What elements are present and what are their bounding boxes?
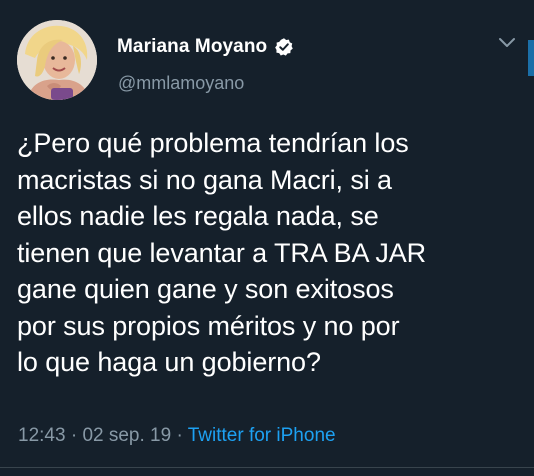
tweet-text-line: lo que haga un gobierno?	[17, 347, 321, 377]
tweet-text: ¿Pero qué problema tendrían los macrista…	[17, 125, 522, 381]
tweet-card: Mariana Moyano @mmlamoyano ¿Pero qué pro…	[0, 0, 534, 476]
meta-separator: ·	[70, 425, 78, 446]
tweet-text-line: ¿Pero qué problema tendrían los	[17, 128, 409, 158]
tweet-text-line: por sus propios méritos y no por	[17, 310, 400, 341]
divider	[0, 467, 534, 468]
tweet-date[interactable]: 02 sep. 19	[82, 425, 171, 446]
verified-badge-icon	[275, 38, 294, 56]
tweet-meta: 12:43 · 02 sep. 19 · Twitter for iPhone	[18, 425, 336, 447]
tweet-source-link[interactable]: Twitter for iPhone	[188, 425, 336, 446]
tweet-text-line: macristas si no gana Macri, si a	[17, 164, 392, 195]
tweet-text-line: ellos nadie les regala nada, se	[17, 201, 379, 231]
chevron-down-icon[interactable]	[497, 36, 517, 50]
tweet-text-line: gane quien gane y son exitosos	[17, 274, 394, 304]
tweet-text-line: tienen que levantar a TRA BA JAR	[17, 237, 427, 268]
author-display-name[interactable]: Mariana Moyano	[117, 36, 267, 58]
tweet-time[interactable]: 12:43	[18, 425, 66, 446]
avatar[interactable]	[17, 20, 97, 100]
author-handle[interactable]: @mmlamoyano	[118, 73, 244, 94]
author-name-row[interactable]: Mariana Moyano	[117, 36, 294, 58]
meta-separator: ·	[176, 425, 183, 446]
scrollbar[interactable]	[528, 40, 534, 76]
profile-photo-icon	[17, 20, 97, 100]
